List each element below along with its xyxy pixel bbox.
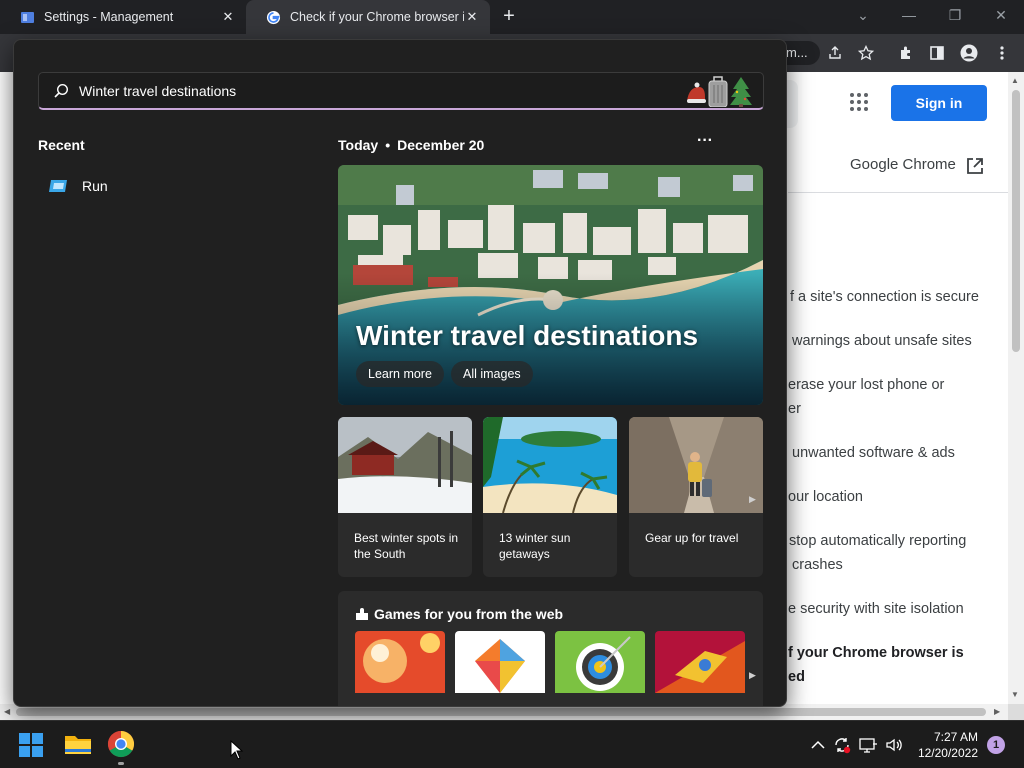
side-panel-icon[interactable] (926, 42, 948, 64)
card-best-winter-spots[interactable]: Best winter spots in the South (338, 417, 472, 577)
profile-avatar-icon[interactable] (958, 42, 980, 64)
list-item[interactable]: e security with site isolation (788, 601, 964, 617)
carousel-next-icon[interactable]: ▶ (749, 494, 759, 506)
recent-item-run[interactable]: Run (48, 176, 108, 196)
recent-item-label: Run (82, 178, 108, 194)
game-thumbnail (555, 631, 645, 693)
extensions-puzzle-icon[interactable] (895, 42, 917, 64)
game-thumbnail (355, 631, 445, 693)
chrome-icon[interactable] (106, 729, 136, 759)
scroll-up-icon[interactable]: ▲ (1011, 76, 1019, 85)
hero-card[interactable]: Winter travel destinations Learn more Al… (338, 165, 763, 405)
close-tab-icon[interactable]: ✕ (220, 9, 236, 25)
game-thumbnail (455, 631, 545, 693)
run-icon (49, 180, 67, 192)
scroll-left-icon[interactable]: ◀ (4, 707, 10, 716)
minimize-button[interactable]: — (886, 0, 932, 30)
list-item: ed (788, 669, 805, 685)
share-icon[interactable] (824, 42, 846, 64)
recent-heading: Recent (38, 137, 85, 153)
card-image (338, 417, 472, 513)
scroll-right-icon[interactable]: ▶ (994, 707, 1000, 716)
date-label: December 20 (397, 137, 485, 153)
list-item[interactable]: stop automatically reporting (789, 533, 966, 549)
list-item[interactable]: f your Chrome browser is (788, 645, 964, 661)
game-tile[interactable] (455, 631, 545, 693)
card-image (483, 417, 617, 513)
card-label: Gear up for travel (645, 531, 739, 545)
scroll-corner (1008, 704, 1024, 720)
new-tab-button[interactable]: + (498, 6, 520, 28)
windows-start-icon[interactable] (18, 732, 44, 758)
close-window-button[interactable]: ✕ (978, 0, 1024, 30)
list-item[interactable]: unwanted software & ads (792, 445, 955, 461)
external-link-icon[interactable] (965, 156, 985, 176)
card-image (629, 417, 763, 513)
scroll-down-icon[interactable]: ▼ (1011, 690, 1019, 699)
chevron-up-icon[interactable] (808, 735, 828, 755)
tab-settings-management[interactable]: Settings - Management ✕ (0, 0, 246, 34)
hero-title: Winter travel destinations (356, 320, 699, 351)
tab-strip: Settings - Management ✕ Check if your Ch… (0, 0, 1024, 34)
kebab-menu-icon[interactable] (991, 42, 1013, 64)
sign-in-button[interactable]: Sign in (891, 85, 987, 121)
settings-doc-icon (21, 11, 34, 23)
card-label: Best winter spots in the South (354, 531, 459, 561)
card-label: 13 winter sun getaways (499, 531, 571, 561)
notification-badge[interactable]: 1 (987, 736, 1005, 754)
list-item: crashes (792, 557, 843, 573)
card-winter-sun-getaways[interactable]: 13 winter sun getaways (483, 417, 617, 577)
all-images-button[interactable]: All images (451, 361, 533, 387)
today-label: Today (338, 137, 379, 153)
list-item[interactable]: f a site's connection is secure (790, 289, 979, 305)
games-title-text: Games for you from the web (374, 606, 564, 622)
running-indicator (118, 762, 124, 765)
games-puzzle-icon (356, 608, 368, 620)
game-tile[interactable] (555, 631, 645, 693)
tab-title: Check if your Chrome browser is (290, 10, 464, 24)
more-options-icon[interactable]: ··· (694, 133, 716, 152)
mouse-cursor-icon (230, 740, 244, 760)
game-tile[interactable] (355, 631, 445, 693)
search-box[interactable] (38, 72, 764, 110)
system-clock[interactable]: 7:27 AM 12/20/2022 (912, 729, 978, 761)
learn-more-button[interactable]: Learn more (356, 361, 444, 387)
clock-time: 7:27 AM (933, 730, 978, 744)
today-heading: Today • December 20 (338, 137, 484, 153)
bookmark-star-icon[interactable] (855, 42, 877, 64)
games-section: Games for you from the web ▶ (338, 591, 763, 706)
game-thumbnail (655, 631, 745, 693)
search-input[interactable] (79, 81, 679, 101)
list-item[interactable]: erase your lost phone or (788, 377, 944, 393)
list-item[interactable]: our location (788, 489, 863, 505)
search-flyout: Recent Run Today • December 20 ··· (13, 39, 787, 707)
tab-title: Settings - Management (44, 10, 174, 24)
tab-check-chrome[interactable]: Check if your Chrome browser is ✕ (246, 0, 490, 34)
winter-travel-illustration (687, 76, 752, 107)
close-tab-icon[interactable]: ✕ (464, 9, 480, 25)
network-icon[interactable] (858, 735, 878, 755)
chevron-down-icon[interactable]: ⌄ (840, 0, 886, 30)
game-tile[interactable] (655, 631, 745, 693)
restore-button[interactable]: ❐ (932, 0, 978, 30)
divider (788, 192, 1008, 193)
list-item[interactable]: warnings about unsafe sites (792, 333, 972, 349)
volume-icon[interactable] (884, 735, 904, 755)
search-icon (54, 83, 69, 98)
vertical-scrollbar[interactable]: ▲ ▼ (1008, 72, 1024, 704)
apps-grid-icon[interactable] (849, 92, 869, 112)
taskbar: 7:27 AM 12/20/2022 1 (0, 720, 1024, 768)
sync-alert-icon[interactable] (832, 735, 852, 755)
google-g-icon (266, 10, 281, 24)
scrollbar-thumb[interactable] (16, 708, 986, 716)
card-gear-up-for-travel[interactable]: Gear up for travel (629, 417, 763, 577)
carousel-next-icon[interactable]: ▶ (749, 670, 759, 682)
scrollbar-thumb[interactable] (1012, 90, 1020, 352)
games-heading: Games for you from the web (355, 606, 563, 622)
list-item: er (788, 401, 801, 417)
separator-dot: • (385, 137, 391, 153)
google-chrome-link[interactable]: Google Chrome (850, 156, 956, 173)
file-explorer-icon[interactable] (63, 729, 93, 759)
clock-date: 12/20/2022 (917, 746, 978, 760)
